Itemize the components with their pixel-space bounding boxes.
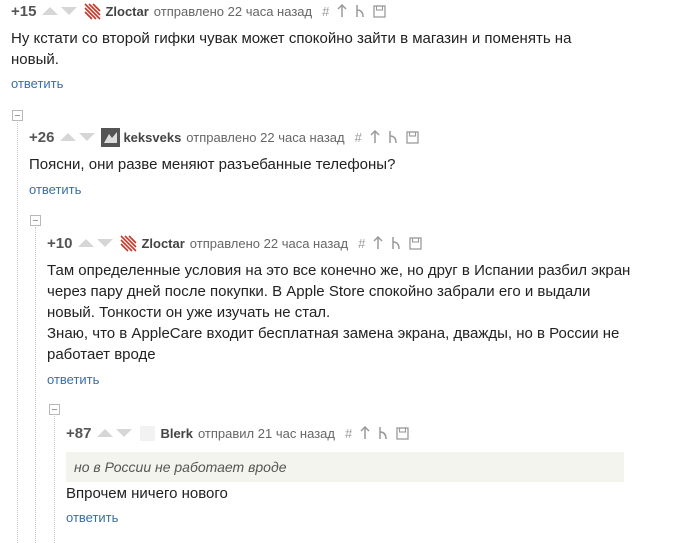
hash-link-icon[interactable]: # [322,5,329,18]
parent-arrow-icon[interactable] [373,236,383,250]
thread-rail [35,227,36,543]
comment: +15 Zloctar отправлено 22 часа назад # Н… [11,0,691,100]
save-icon[interactable] [406,130,419,144]
comment-body: Ну кстати со второй гифки чувак может сп… [11,28,601,70]
comment-paragraph: Там определенные условия на это все коне… [47,262,631,321]
downvote-icon[interactable] [97,239,114,247]
hash-link-icon[interactable]: # [355,131,362,144]
branch-icon[interactable] [378,426,388,440]
comment-header: +26 keksveks отправлено 22 часа назад # [29,126,427,148]
upvote-icon[interactable] [97,429,114,437]
reply-link[interactable]: ответить [47,372,99,387]
comment-rating: +87 [66,424,92,442]
comment-body: Там определенные условия на это все коне… [47,260,632,365]
save-icon[interactable] [409,236,422,250]
avatar[interactable] [138,424,157,443]
comment-rating: +15 [11,2,37,20]
avatar[interactable] [83,2,102,21]
reply-link[interactable]: ответить [66,510,118,525]
save-icon[interactable] [373,4,386,18]
timestamp: отправлено 22 часа назад [153,3,313,19]
reply-link[interactable]: ответить [11,76,63,91]
collapse-toggle[interactable] [49,404,60,415]
parent-arrow-icon[interactable] [337,4,347,18]
comment: +10 Zloctar отправлено 22 часа назад # Т… [47,232,687,392]
comment-paragraph: Ну кстати со второй гифки чувак может сп… [11,30,572,68]
parent-arrow-icon[interactable] [360,426,370,440]
downvote-icon[interactable] [61,7,78,15]
hash-link-icon[interactable]: # [345,427,352,440]
upvote-icon[interactable] [78,239,95,247]
thread-rail [17,122,18,543]
branch-icon[interactable] [391,236,401,250]
comment-body: Впрочем ничего нового [66,483,626,504]
hash-link-icon[interactable]: # [358,237,365,250]
comment-body: Поясни, они разве меняют разъебанные тел… [29,154,609,175]
author-link[interactable]: Blerk [160,426,193,441]
quote-block: но в России не работает вроде [66,452,624,482]
author-link[interactable]: Zloctar [141,236,184,251]
author-link[interactable]: Zloctar [105,4,148,19]
comment: +26 keksveks отправлено 22 часа назад # … [29,126,689,216]
reply-link[interactable]: ответить [29,182,81,197]
timestamp: отправлено 22 часа назад [189,235,349,251]
downvote-icon[interactable] [116,429,133,437]
branch-icon[interactable] [355,4,365,18]
comment-paragraph: Поясни, они разве меняют разъебанные тел… [29,156,396,173]
thread-rail [54,416,55,543]
timestamp: отправил 21 час назад [197,425,335,441]
comment-thread: +15 Zloctar отправлено 22 часа назад # Н… [0,0,700,543]
avatar[interactable] [101,127,121,147]
save-icon[interactable] [396,426,409,440]
comment-header: +10 Zloctar отправлено 22 часа назад # [47,232,430,254]
avatar[interactable] [119,234,138,253]
parent-arrow-icon[interactable] [370,130,380,144]
comment-header: +87 Blerk отправил 21 час назад # [66,422,417,444]
branch-icon[interactable] [388,130,398,144]
timestamp: отправлено 22 часа назад [186,129,345,145]
author-link[interactable]: keksveks [123,130,181,145]
comment: +87 Blerk отправил 21 час назад # но в Р… [66,422,666,543]
comment-paragraph: Знаю, что в AppleCare входит бесплатная … [47,325,620,363]
downvote-icon[interactable] [79,133,96,141]
comment-paragraph: Впрочем ничего нового [66,485,228,502]
quote-text: но в России не работает вроде [74,459,287,475]
collapse-toggle[interactable] [30,215,41,226]
collapse-toggle[interactable] [12,110,23,121]
upvote-icon[interactable] [42,7,59,15]
comment-header: +15 Zloctar отправлено 22 часа назад # [11,0,394,22]
comment-rating: +26 [29,128,55,146]
comment-rating: +10 [47,234,73,252]
upvote-icon[interactable] [60,133,77,141]
